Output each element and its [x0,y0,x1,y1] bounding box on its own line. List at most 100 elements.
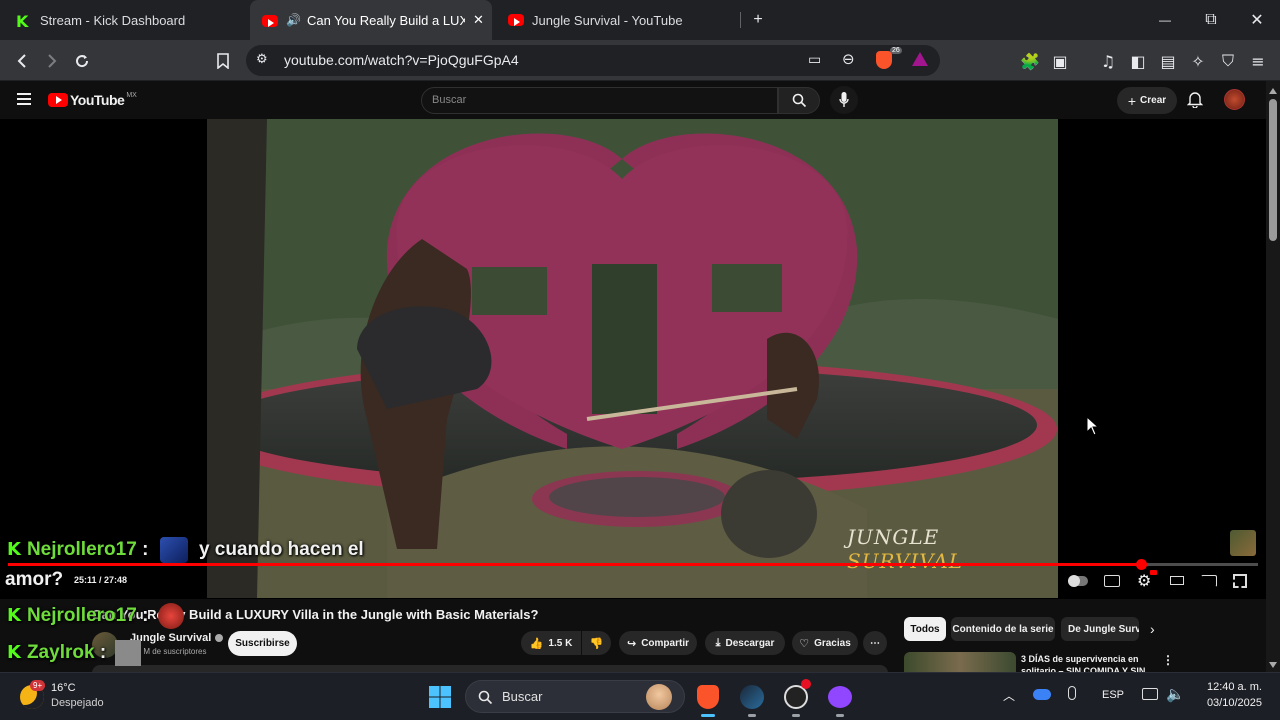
tab-label: Stream - Kick Dashboard [40,12,186,28]
avatar[interactable] [1224,89,1245,110]
maximize-button[interactable]: ⧉ [1188,0,1234,40]
language-indicator[interactable]: ESP [1102,689,1124,701]
extensions-button[interactable]: 🧩 [1017,48,1043,74]
voice-search-button[interactable] [830,86,858,114]
chat-message-1-cont: amor? [5,569,64,590]
site-info-icon[interactable]: ⚙ [256,52,268,67]
minimize-button[interactable]: — [1142,0,1188,40]
kick-icon: K [7,539,21,561]
close-tab-icon[interactable]: ✕ [473,12,484,28]
tab-youtube-video[interactable]: 🔊 Can You Really Build a LUXUR ✕ [250,0,492,40]
weather-desc: Despejado [51,697,104,709]
cast-to-tv-icon[interactable] [1201,575,1217,587]
weather-widget[interactable]: 9+ 16°C Despejado [18,680,128,716]
end-card-thumbnail[interactable] [1230,530,1256,556]
sidebar-button[interactable]: ◧ [1125,48,1151,74]
tab-kick[interactable]: K Stream - Kick Dashboard [0,0,250,40]
like-button[interactable]: 👍 1.5 K [521,631,581,655]
hamburger-menu-icon[interactable] [17,93,31,105]
network-icon[interactable] [1142,688,1158,700]
youtube-logo-icon [48,93,68,107]
tab-jungle-survival[interactable]: Jungle Survival - YouTube [496,0,740,40]
vpn-button[interactable]: ⛉ [1215,48,1241,74]
chip-label: Contenido de la serie [952,623,1054,635]
share-button[interactable]: ↪ Compartir [619,631,697,655]
thumbs-up-icon: 👍 [529,636,544,650]
youtube-logo[interactable]: YouTube MX [48,92,137,108]
speaker-icon[interactable]: 🔊 [286,13,301,27]
more-actions-button[interactable]: ⋯ [863,631,887,655]
reload-button[interactable] [69,48,95,74]
taskbar: 9+ 16°C Despejado Buscar ︿ ESP 🔈 12:40 a… [0,672,1280,720]
search-placeholder: Buscar [432,94,467,106]
like-count: 1.5 K [548,637,573,649]
page-scrollbar[interactable] [1266,81,1280,672]
scroll-up-icon[interactable] [1269,88,1277,94]
brave-shields-icon[interactable] [876,51,892,69]
player-controls: 25:11 / 27:48 ⚙ [0,565,1266,599]
watermark-word-1: JUNGLE [847,525,940,549]
taskbar-chat-app[interactable] [824,681,856,717]
taskbar-steam[interactable] [736,681,768,717]
theater-mode-icon[interactable] [1170,576,1184,585]
chip-series-content[interactable]: Contenido de la serie [951,617,1055,641]
microphone-icon[interactable] [1068,686,1076,700]
channel-name[interactable]: Jungle Survival [130,632,224,644]
share-icon: ↪ [626,636,637,650]
volume-icon[interactable]: 🔈 [1166,685,1185,703]
fullscreen-icon[interactable] [1233,574,1247,588]
menu-button[interactable]: ≡ [1245,48,1271,74]
chat-message-1: K Nejrollero17 : y cuando hacen el [7,537,364,563]
video-frame[interactable]: JUNGLE SURVIVAL [207,119,1058,598]
kick-icon: K [7,642,21,664]
chips-next-icon[interactable]: › [1150,621,1155,637]
subscribe-button[interactable]: Suscribirse [228,631,297,656]
chat-app-icon [828,686,852,708]
youtube-icon [262,15,278,27]
taskbar-search[interactable]: Buscar [465,680,685,713]
taskbar-obs[interactable] [780,679,812,717]
scroll-down-icon[interactable] [1269,662,1277,668]
chip-from-channel[interactable]: De Jungle Survi [1061,617,1139,641]
recommendation-menu-icon[interactable]: ⋮ [1162,653,1174,667]
wallet-button[interactable]: ▤ [1155,48,1181,74]
chip-todos[interactable]: Todos [904,617,946,641]
chat-message-2: K Nejrollero17 : [7,603,184,629]
bookmark-button[interactable] [210,48,236,74]
onedrive-icon[interactable] [1033,689,1051,700]
dislike-button[interactable]: 👎 [582,631,611,655]
create-button[interactable]: + Crear [1117,87,1177,114]
search-icon [792,93,807,108]
video-player[interactable]: JUNGLE SURVIVAL [0,119,1266,599]
close-window-button[interactable]: ✕ [1234,0,1280,40]
brave-badge: 26 [890,47,902,54]
reader-button[interactable]: ▣ [1047,48,1073,74]
taskbar-brave[interactable] [692,681,724,717]
subtitles-icon[interactable] [1104,575,1120,587]
address-bar[interactable]: ⚙ youtube.com/watch?v=PjoQguFGpA4 ▭ ⊖ 26 [246,45,940,76]
leo-ai-button[interactable]: ✧ [1185,48,1211,74]
back-button[interactable] [9,48,35,74]
show-hidden-icons[interactable]: ︿ [1003,687,1015,704]
scrollbar-thumb[interactable] [1269,99,1277,241]
thanks-button[interactable]: ♡ Gracias [792,631,858,655]
notifications-button[interactable] [1186,91,1204,113]
brave-rewards-icon[interactable] [912,52,928,66]
forward-button[interactable] [39,48,65,74]
clock-date[interactable]: 03/10/2025 [1198,697,1262,709]
cast-icon[interactable]: ▭ [808,51,821,68]
running-indicator [701,714,715,717]
more-icon: ⋯ [870,637,880,649]
autoplay-toggle[interactable] [1068,575,1088,587]
new-tab-button[interactable]: + [735,0,781,40]
search-button[interactable] [778,87,820,114]
download-button[interactable]: ⤓ Descargar [705,631,785,655]
recommendation-thumbnail[interactable] [904,652,1016,672]
recommendation-title-1[interactable]: 3 DÍAS de supervivencia en [1021,654,1139,664]
chat-separator: : [142,605,149,627]
clock-time[interactable]: 12:40 a. m. [1202,681,1262,693]
search-input[interactable]: Buscar [421,87,778,114]
zoom-icon[interactable]: ⊖ [842,50,855,68]
start-button[interactable] [424,681,456,713]
media-button[interactable]: ♫ [1095,48,1121,74]
